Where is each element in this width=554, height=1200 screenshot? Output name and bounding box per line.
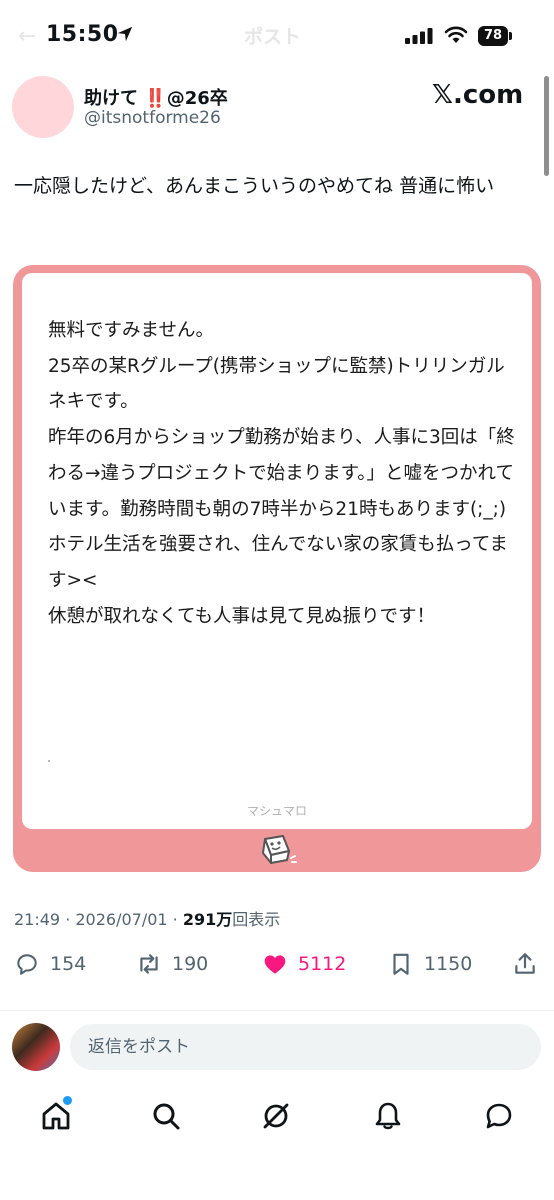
author-name-suffix: @26卒	[166, 88, 228, 109]
my-avatar[interactable]	[12, 1023, 60, 1071]
divider	[0, 1010, 554, 1011]
reply-button[interactable]: 154	[14, 950, 86, 978]
card-line: 無料ですみません。	[48, 320, 214, 341]
repost-icon	[140, 954, 158, 974]
scrollbar[interactable]	[544, 76, 549, 176]
card-dot	[48, 760, 50, 762]
author-name-prefix: 助けて	[84, 88, 138, 109]
reply-input[interactable]: 返信をポスト	[70, 1024, 541, 1070]
repost-button[interactable]: 190	[136, 950, 208, 978]
card-line: 昨年の6月からショップ勤務が始まり、人事に3回は「終わる→違うプロジェクトで始ま…	[48, 427, 515, 520]
header-title: ポスト	[244, 26, 302, 48]
author-handle[interactable]: @itsnotforme26	[84, 108, 221, 128]
signal-icon	[405, 28, 433, 44]
card-line: 25卒の某Rグループ(携帯ショップに監禁)トリリンガルネキです。	[48, 355, 505, 413]
share-button[interactable]	[512, 950, 548, 978]
repost-count: 190	[172, 953, 209, 975]
grok-icon[interactable]	[260, 1100, 292, 1132]
card-line: ホテル生活を強要され、住んでない家の家賃も払ってます><	[48, 534, 508, 591]
author-avatar[interactable]	[12, 76, 74, 138]
bell-icon[interactable]	[372, 1100, 404, 1132]
card-message: 無料ですみません。 25卒の某Rグループ(携帯ショップに監禁)トリリンガルネキで…	[48, 313, 518, 634]
bookmark-icon	[393, 953, 409, 975]
reply-count: 154	[50, 953, 87, 975]
reply-icon	[17, 954, 37, 975]
marshmallow-icon	[262, 835, 297, 864]
author-name[interactable]: 助けて ‼️@26卒	[84, 84, 228, 110]
messages-icon[interactable]	[483, 1100, 515, 1132]
battery-icon: 78	[478, 26, 514, 46]
wifi-icon	[444, 26, 468, 43]
card-line: 休憩が取れなくても人事は見て見ぬ振りです！	[48, 605, 436, 627]
x-com-watermark: 𝕏.com	[432, 80, 524, 110]
post-timestamp: 21:49 · 2026/07/01 ·	[14, 910, 183, 929]
battery-level: 78	[478, 26, 508, 46]
search-icon[interactable]	[150, 1100, 182, 1132]
like-button[interactable]: 5112	[262, 950, 346, 978]
author-name-bangs: ‼️	[144, 88, 167, 109]
post-metadata: 21:49 · 2026/07/01 · 291万回表示	[14, 906, 280, 930]
view-label: 回表示	[232, 910, 281, 929]
view-count: 291万	[182, 910, 233, 929]
heart-icon	[264, 955, 286, 974]
status-time: 15:50	[46, 22, 119, 47]
notification-dot	[61, 1094, 74, 1107]
location-arrow-icon	[117, 26, 133, 42]
bookmark-button[interactable]: 1150	[388, 950, 472, 978]
share-icon	[515, 953, 535, 974]
back-arrow-icon[interactable]: ←	[18, 24, 36, 49]
tweet-text: 一応隠したけど、あんまこういうのやめてね 普通に怖い	[14, 175, 495, 197]
like-count: 5112	[298, 953, 347, 975]
bookmark-count: 1150	[424, 953, 473, 975]
card-footer: マシュマロ	[246, 804, 307, 818]
